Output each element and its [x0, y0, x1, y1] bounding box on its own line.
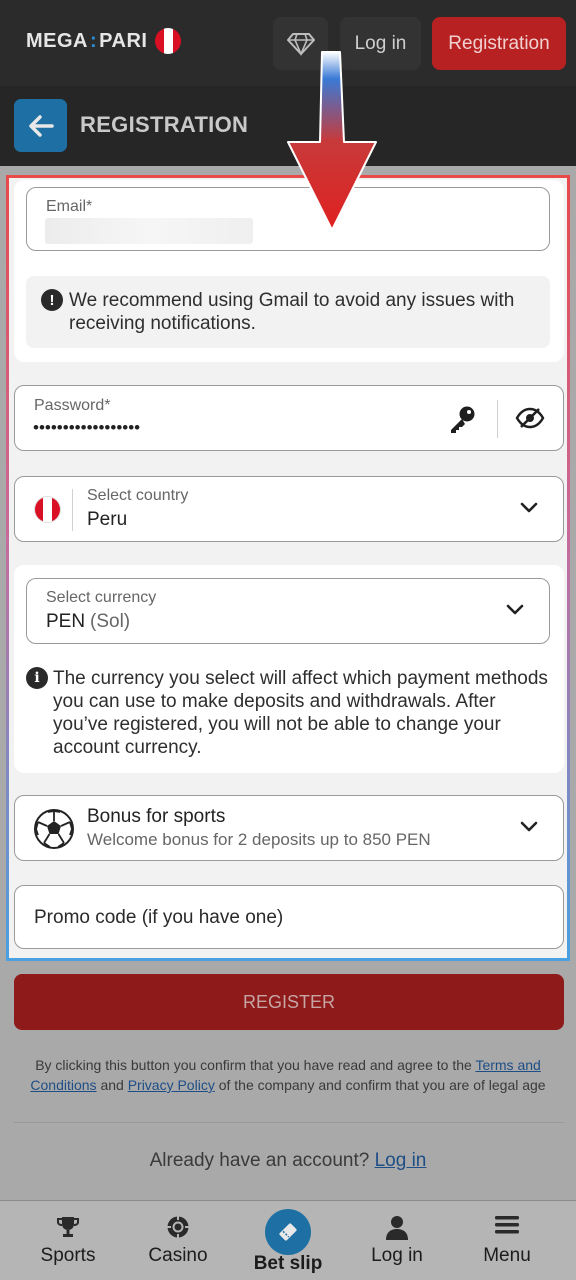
terms-and: and	[100, 1077, 124, 1093]
email-section: Email* ! We recommend using Gmail to avo…	[14, 180, 564, 362]
email-label: Email*	[46, 198, 93, 215]
page-title: REGISTRATION	[80, 112, 249, 137]
nav-bet-slip[interactable]: Bet slip	[238, 1201, 338, 1280]
bonus-subtitle: Welcome bonus for 2 deposits up to 850 P…	[87, 830, 431, 849]
nav-bet-slip-label: Bet slip	[253, 1253, 323, 1274]
generate-password-button[interactable]	[447, 404, 477, 439]
currency-code: PEN	[46, 611, 86, 632]
login-button[interactable]: Log in	[340, 17, 421, 70]
email-field[interactable]: Email*	[26, 187, 550, 251]
bonus-title: Bonus for sports	[87, 806, 226, 827]
vip-diamond-button[interactable]	[273, 17, 328, 70]
hamburger-menu-icon	[495, 1216, 519, 1234]
logo-separator: :	[90, 29, 98, 52]
country-label: Select country	[87, 487, 189, 504]
currency-label: Select currency	[46, 589, 157, 606]
currency-note-text: The currency you select will affect whic…	[53, 668, 548, 758]
diamond-icon	[286, 32, 315, 56]
password-value: ••••••••••••••••••	[33, 418, 141, 437]
toggle-password-visibility[interactable]	[515, 406, 545, 435]
country-select[interactable]: Select country Peru	[14, 476, 564, 542]
promo-code-placeholder: Promo code (if you have one)	[34, 907, 284, 928]
registration-button[interactable]: Registration	[432, 17, 566, 70]
bottom-navigation: Sports Casino Bet slip Log in Menu	[0, 1200, 576, 1280]
megapari-logo[interactable]: MEGA : PARI	[26, 28, 182, 54]
nav-casino[interactable]: Casino	[128, 1201, 228, 1280]
chevron-down-icon	[520, 502, 538, 513]
field-divider	[497, 400, 498, 438]
terms-prefix: By clicking this button you confirm that…	[35, 1057, 472, 1073]
nav-login-label: Log in	[371, 1245, 423, 1266]
back-button[interactable]	[14, 99, 67, 152]
email-value-redacted	[45, 218, 253, 244]
bonus-select[interactable]: Bonus for sports Welcome bonus for 2 dep…	[14, 795, 564, 861]
login-prompt: Already have an account? Log in	[0, 1150, 576, 1172]
casino-chip-icon	[167, 1216, 189, 1238]
ticket-icon	[279, 1223, 297, 1241]
arrow-left-icon	[28, 114, 54, 137]
trophy-icon	[57, 1217, 79, 1237]
nav-menu-label: Menu	[483, 1245, 531, 1266]
key-icon	[451, 406, 475, 433]
promo-code-field[interactable]: Promo code (if you have one)	[14, 885, 564, 949]
terms-text: By clicking this button you confirm that…	[20, 1055, 556, 1095]
gmail-note-text: We recommend using Gmail to avoid any is…	[69, 290, 515, 334]
eye-slash-icon	[515, 407, 545, 429]
flag-divider	[72, 489, 73, 531]
bet-slip-badge	[265, 1209, 311, 1255]
nav-sports-label: Sports	[40, 1245, 96, 1266]
terms-suffix: of the company and confirm that you are …	[218, 1077, 546, 1093]
nav-login[interactable]: Log in	[347, 1201, 447, 1280]
peru-flag-icon	[34, 496, 61, 523]
soccer-ball-icon	[34, 809, 74, 849]
chevron-down-icon	[506, 604, 524, 615]
logo-text-left: MEGA	[26, 29, 88, 52]
logo-text-right: PARI	[99, 29, 148, 52]
info-icon: i	[26, 667, 48, 689]
password-label: Password*	[34, 397, 111, 414]
nav-casino-label: Casino	[148, 1245, 208, 1266]
login-link[interactable]: Log in	[375, 1150, 427, 1171]
login-prompt-text: Already have an account?	[149, 1150, 370, 1171]
register-button[interactable]: REGISTER	[14, 974, 564, 1030]
page-header: REGISTRATION	[0, 86, 576, 166]
password-field[interactable]: Password* ••••••••••••••••••	[14, 385, 564, 451]
alert-icon: !	[41, 289, 63, 311]
peru-flag-icon	[155, 28, 182, 54]
currency-section: Select currency PEN (Sol) i The currency…	[14, 565, 564, 773]
country-value: Peru	[87, 509, 128, 530]
currency-select[interactable]: Select currency PEN (Sol)	[26, 578, 550, 644]
privacy-link[interactable]: Privacy Policy	[128, 1077, 215, 1093]
nav-menu[interactable]: Menu	[457, 1201, 557, 1280]
top-header: MEGA : PARI Log in Registration	[0, 0, 576, 86]
gmail-recommendation: ! We recommend using Gmail to avoid any …	[26, 276, 550, 348]
chevron-down-icon	[520, 821, 538, 832]
section-divider	[14, 1122, 564, 1123]
currency-name: (Sol)	[90, 611, 131, 632]
nav-sports[interactable]: Sports	[18, 1201, 118, 1280]
user-icon	[386, 1216, 408, 1240]
